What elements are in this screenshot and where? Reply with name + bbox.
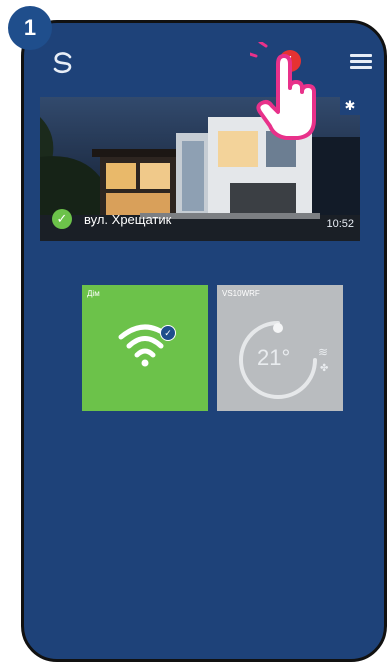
tile-thermostat[interactable]: VS10WRF 21° ≋ ✤ (217, 285, 343, 411)
phone-screen: ! (21, 20, 387, 662)
gear-icon[interactable]: ✱ (340, 97, 360, 115)
heating-icon: ≋ (318, 345, 329, 359)
location-time: 10:52 (326, 218, 354, 230)
tile-thermostat-title: VS10WRF (222, 289, 260, 298)
tile-home[interactable]: Дім ✓ (82, 285, 208, 411)
tile-home-title: Дім (87, 289, 100, 298)
pointing-hand-icon (250, 42, 316, 140)
temperature-value: 21° (257, 345, 291, 370)
step-number-badge: 1 (8, 6, 52, 50)
app-header: ! (24, 23, 384, 89)
fan-icon: ✤ (320, 363, 329, 374)
check-icon: ✓ (52, 209, 72, 229)
s-logo-icon[interactable] (50, 49, 76, 75)
hamburger-icon[interactable] (350, 54, 372, 70)
location-address: вул. Хрещатик (84, 212, 172, 227)
check-icon: ✓ (160, 325, 176, 341)
